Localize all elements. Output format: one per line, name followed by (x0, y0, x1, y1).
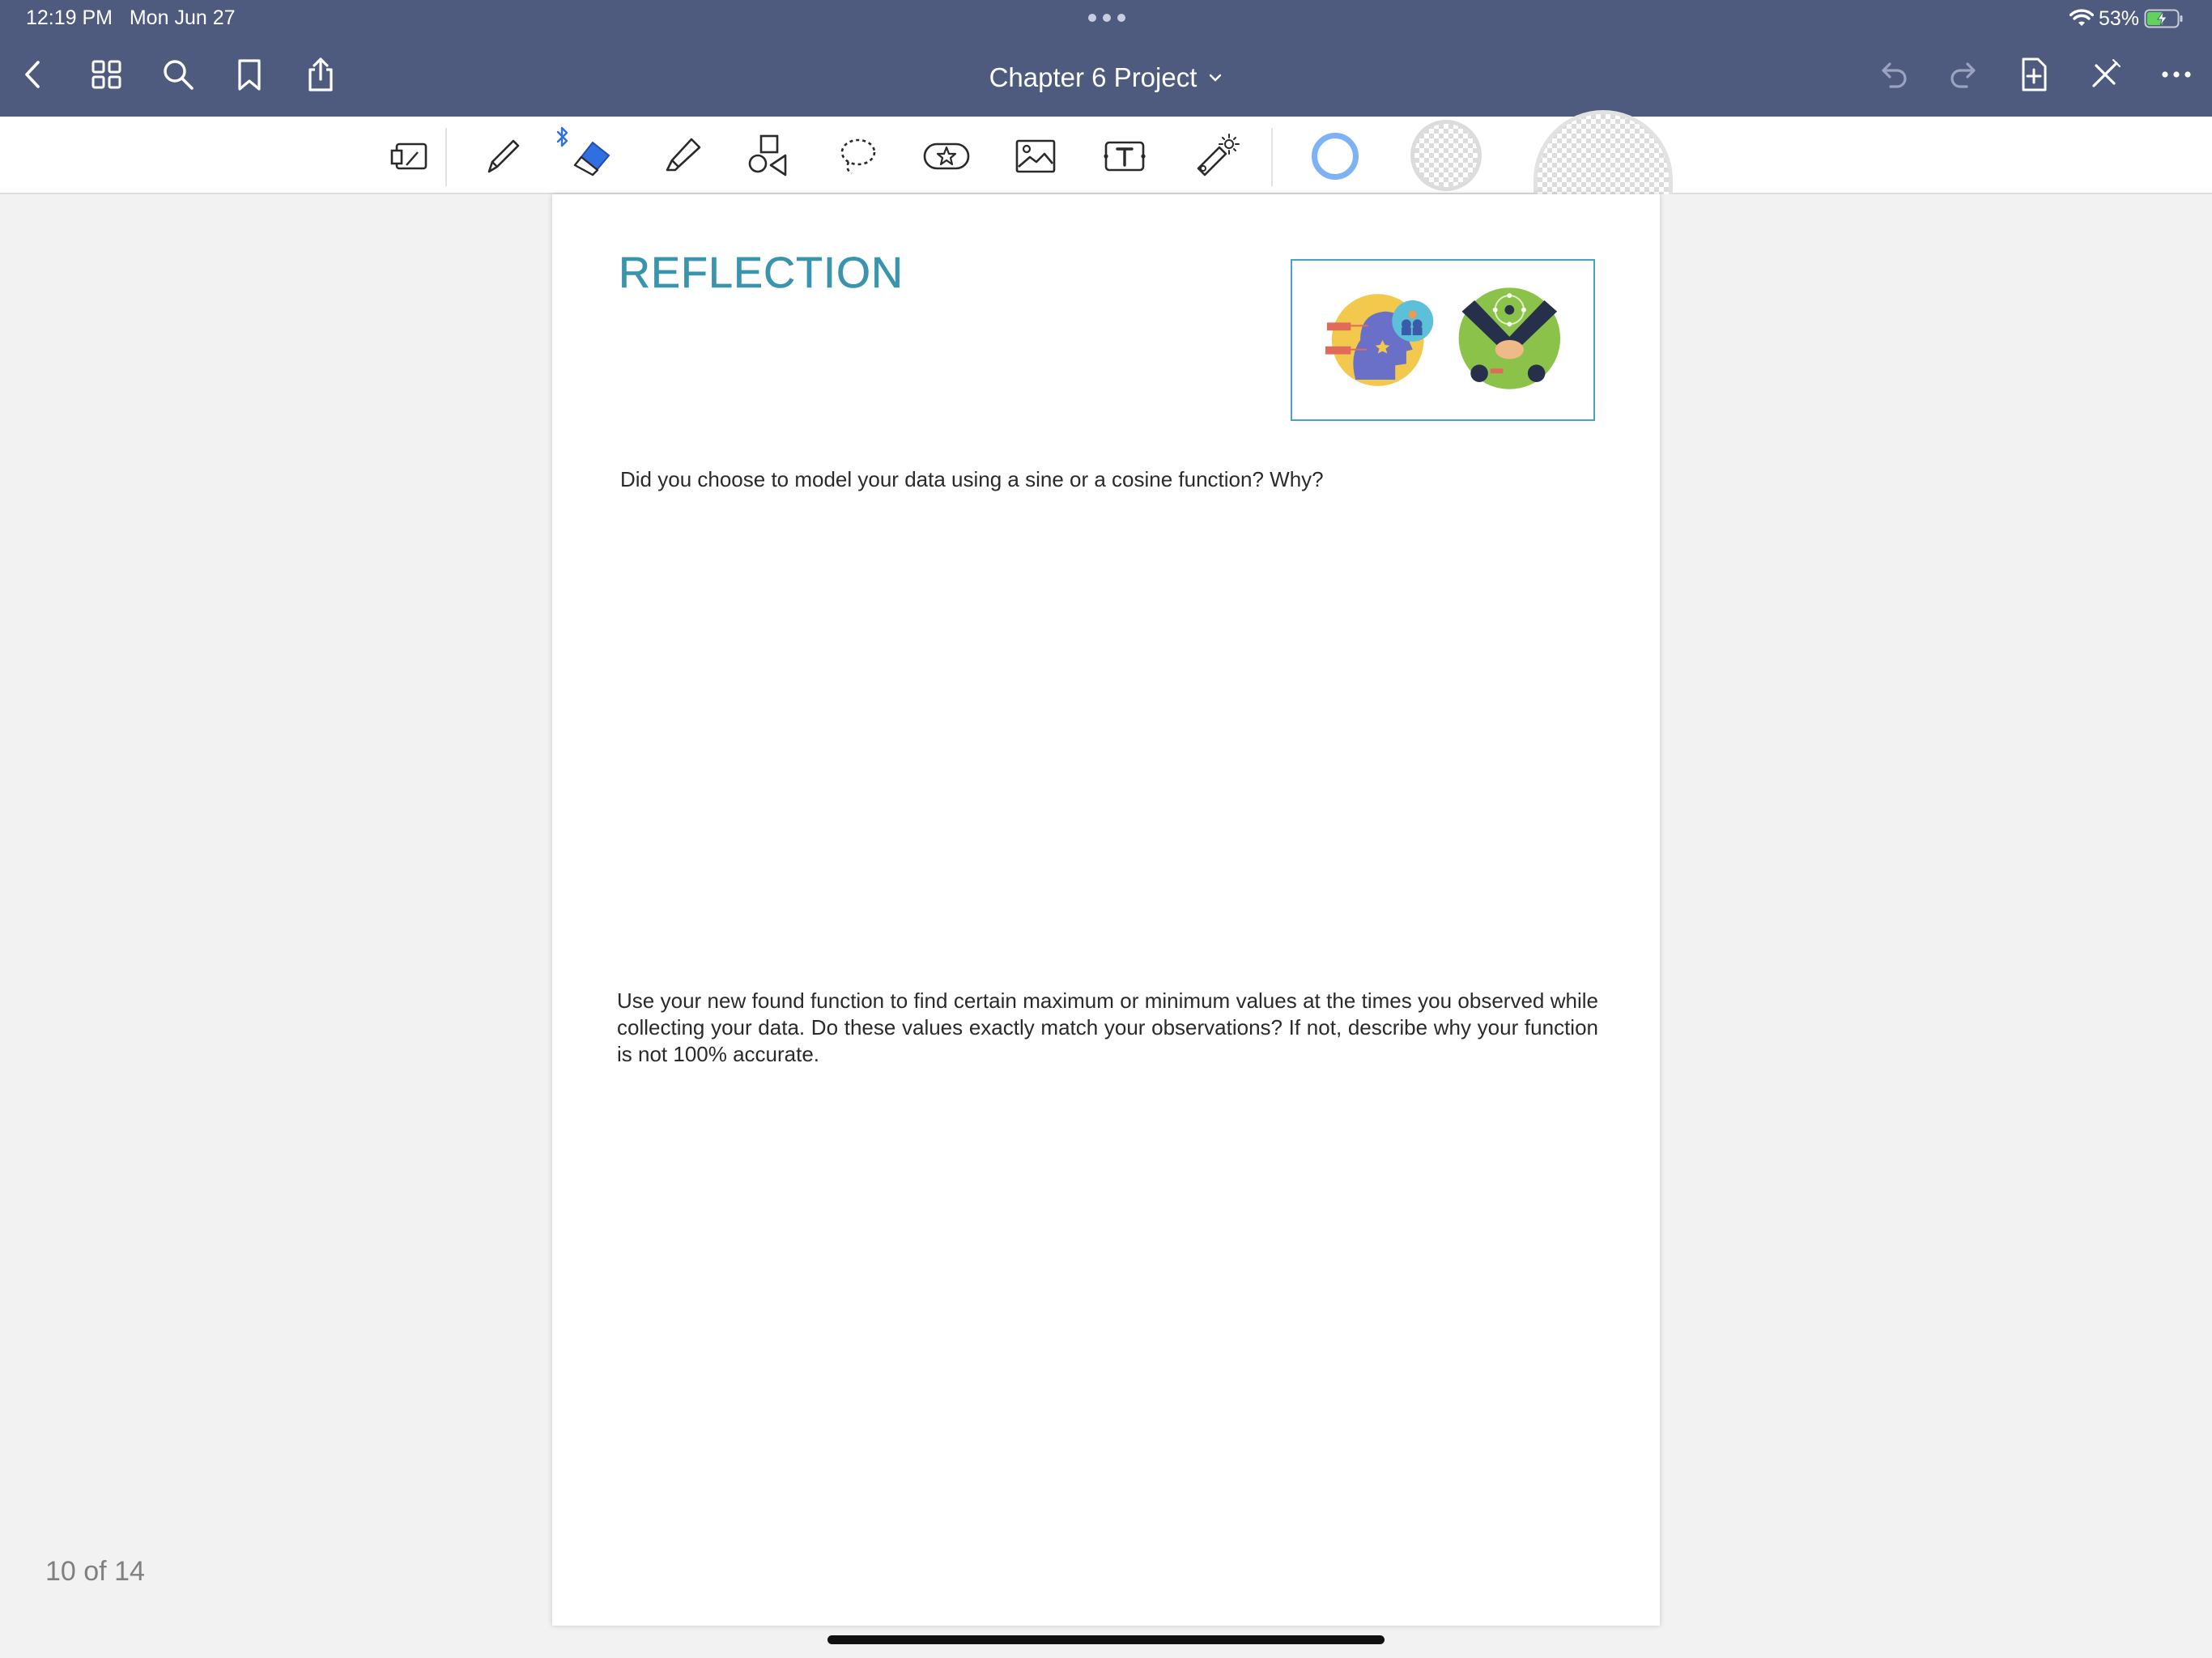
back-button[interactable] (13, 53, 55, 96)
status-time: 12:19 PM (26, 6, 113, 29)
search-button[interactable] (157, 53, 199, 96)
chevron-down-icon (1210, 74, 1222, 82)
page-heading: REFLECTION (619, 249, 904, 298)
image-tool[interactable] (1007, 128, 1064, 185)
battery-charging-icon (2144, 9, 2183, 28)
add-page-button[interactable] (2013, 53, 2055, 96)
lasso-tool[interactable] (829, 128, 886, 185)
wifi-icon (2069, 9, 2094, 26)
document-title-menu[interactable]: Chapter 6 Project (944, 58, 1268, 97)
laser-pointer-tool[interactable] (1187, 128, 1244, 185)
share-icon (308, 57, 333, 91)
eraser-size-medium[interactable] (1410, 120, 1482, 191)
text-icon (1104, 141, 1146, 172)
reflection-illustration (1291, 259, 1595, 421)
share-button[interactable] (300, 53, 342, 96)
reflection-question-2: Use your new found function to find cert… (617, 988, 1598, 1066)
drawing-toolbar (0, 110, 2212, 194)
more-icon (2162, 71, 2191, 78)
redo-icon (1950, 62, 1976, 88)
redo-button[interactable] (1943, 53, 1985, 96)
laser-pointer-icon (1197, 134, 1240, 176)
search-icon (164, 60, 194, 90)
thumbnails-button[interactable] (86, 53, 128, 96)
document-title: Chapter 6 Project (989, 62, 1197, 92)
eraser-size-small[interactable] (1312, 133, 1359, 180)
chevron-left-icon (25, 61, 40, 88)
status-time-date: 12:19 PM Mon Jun 27 (26, 6, 236, 30)
home-indicator[interactable] (827, 1635, 1385, 1644)
undo-button[interactable] (1872, 53, 1914, 96)
text-tool[interactable] (1096, 128, 1153, 185)
highlighter-tool[interactable] (653, 128, 709, 185)
close-tools-icon (2092, 59, 2121, 87)
eraser-size-large[interactable] (1534, 110, 1673, 194)
status-indicators: 53% (2069, 5, 2184, 32)
grid-icon (91, 60, 121, 89)
elements-tool[interactable] (918, 128, 975, 185)
bookmark-icon (238, 59, 261, 91)
shapes-tool[interactable] (740, 128, 797, 185)
page-indicator: 10 of 14 (45, 1556, 145, 1587)
bookmark-button[interactable] (228, 53, 270, 96)
highlighter-icon (666, 138, 701, 172)
lasso-icon (840, 138, 876, 175)
more-button[interactable] (2155, 53, 2197, 96)
pen-tool[interactable] (474, 128, 531, 185)
multitasking-handle[interactable] (1088, 11, 1125, 24)
toolbar-divider (445, 128, 447, 186)
reflection-question-1: Did you choose to model your data using … (620, 467, 1324, 491)
read-mode-icon (390, 142, 428, 170)
battery-percent: 53% (2098, 6, 2139, 30)
navigation-bar: 12:19 PM Mon Jun 27 53% Chapter 6 Projec… (0, 0, 2212, 117)
toolbar-divider (1271, 128, 1273, 186)
document-page[interactable]: REFLECTION Did you choose to model your … (552, 194, 1660, 1626)
eraser-tool[interactable] (564, 128, 620, 185)
close-tools-button[interactable] (2084, 53, 2126, 96)
eraser-icon (573, 141, 610, 176)
status-date: Mon Jun 27 (129, 6, 236, 29)
bluetooth-icon (556, 126, 568, 147)
elements-icon (923, 142, 970, 170)
image-icon (1015, 139, 1056, 173)
shapes-icon (748, 134, 787, 176)
reflection-illustration-image (1325, 287, 1561, 389)
pen-icon (487, 139, 520, 173)
undo-icon (1882, 62, 1907, 88)
add-page-icon (2022, 57, 2047, 91)
read-mode-tool[interactable] (382, 128, 439, 185)
